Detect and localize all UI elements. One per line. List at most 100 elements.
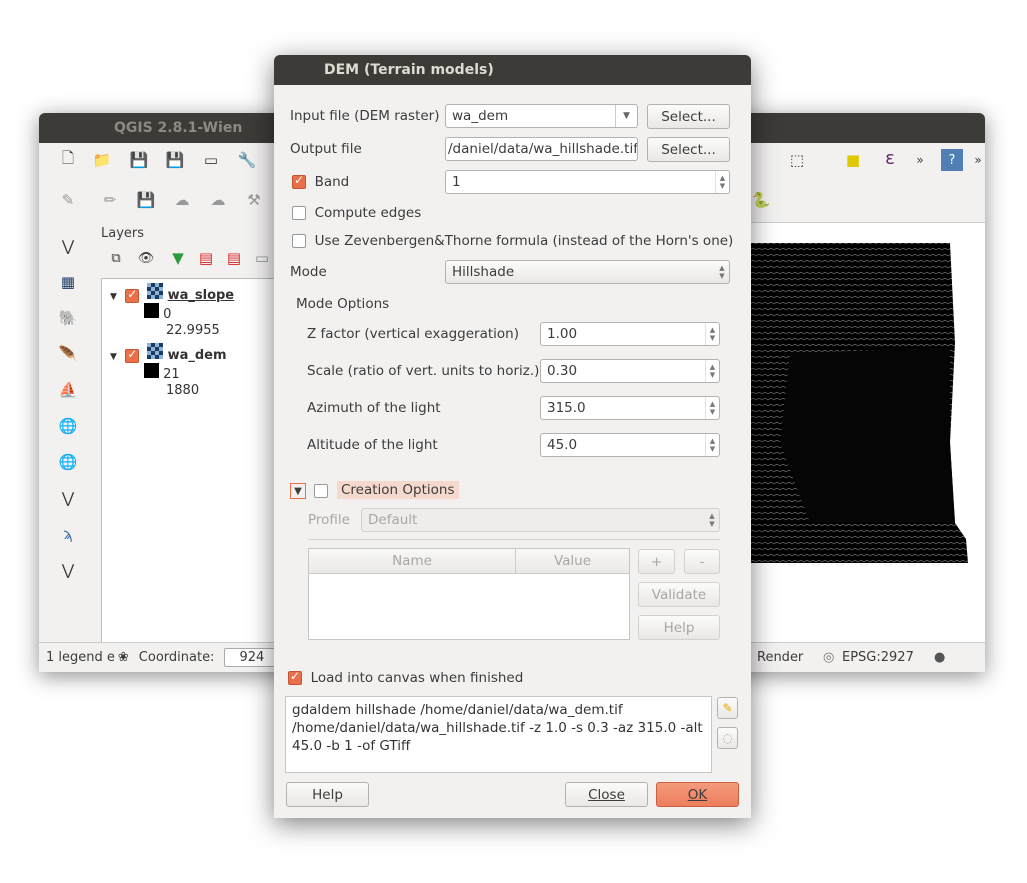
more-tools-icon[interactable]: » xyxy=(909,149,931,171)
dem-dialog: DEM (Terrain models) Input file (DEM ras… xyxy=(274,55,751,818)
hillshade-raster xyxy=(750,243,968,563)
compute-edges-label: Compute edges xyxy=(314,205,422,221)
raster-layer-icon xyxy=(147,283,164,299)
coordinate-label: Coordinate: xyxy=(138,650,215,665)
column-header-name[interactable]: Name xyxy=(309,549,516,573)
mode-label: Mode xyxy=(290,264,327,280)
add-postgis-layer-icon[interactable]: 🐘 xyxy=(57,307,79,329)
dialog-title: DEM (Terrain models) xyxy=(324,62,494,78)
collapse-toggle-icon[interactable]: ▼ xyxy=(290,483,306,499)
creation-options-table[interactable]: Name Value xyxy=(308,548,630,640)
crs-status[interactable]: EPSG:2927 xyxy=(842,650,914,665)
legend-min: 21 xyxy=(163,367,180,382)
z-factor-spinbox[interactable]: 1.00 ▲ ▼ xyxy=(540,322,720,346)
add-spatialite-layer-icon[interactable]: 🪶 xyxy=(57,343,79,365)
render-toggle-icon[interactable]: ❀ xyxy=(118,650,129,665)
altitude-label: Altitude of the light xyxy=(307,437,438,453)
save-as-icon[interactable]: 💾 xyxy=(164,149,186,171)
node-tool-icon[interactable]: ⚒ xyxy=(243,189,265,211)
collapse-all-icon[interactable]: ▤ xyxy=(223,247,245,269)
edit-command-icon[interactable]: ✎ xyxy=(717,697,738,719)
profile-combo[interactable]: Default ▲ ▼ xyxy=(361,508,720,532)
new-print-composer-icon[interactable]: ▭ xyxy=(200,149,222,171)
move-feature-icon[interactable]: ☁ xyxy=(207,189,229,211)
render-checkbox-label[interactable]: Render xyxy=(757,650,803,665)
load-canvas-checkbox[interactable] xyxy=(288,669,302,685)
composer-manager-icon[interactable]: 🔧 xyxy=(236,149,258,171)
filter-icon[interactable]: ▼ xyxy=(167,247,189,269)
crs-icon[interactable]: ◎ xyxy=(823,650,834,665)
azimuth-label: Azimuth of the light xyxy=(307,400,441,416)
select-output-button[interactable]: Select... xyxy=(647,137,730,162)
raster-layer-icon xyxy=(147,343,164,359)
scale-label: Scale (ratio of vert. units to horiz.) xyxy=(307,363,540,379)
reset-command-icon[interactable]: ◌ xyxy=(717,727,738,749)
layer-item-wa-dem[interactable]: ▼ wa_dem xyxy=(110,343,227,363)
expand-all-icon[interactable]: ▤ xyxy=(195,247,217,269)
input-file-combo[interactable]: wa_dem ▼ xyxy=(445,104,638,128)
select-input-button[interactable]: Select... xyxy=(647,104,730,129)
add-feature-icon[interactable]: ☁ xyxy=(171,189,193,211)
legend-max: 22.9955 xyxy=(166,323,220,338)
add-vector-layer-icon[interactable]: ⋁ xyxy=(57,235,79,257)
add-wms-layer-icon[interactable]: 🌐 xyxy=(57,415,79,437)
band-spinbox[interactable]: 1 ▲ ▼ xyxy=(445,170,730,194)
toggle-editing-icon[interactable]: ✏ xyxy=(99,189,121,211)
remove-option-button[interactable]: - xyxy=(684,549,720,574)
new-project-icon[interactable]: 🗋 xyxy=(57,149,79,171)
column-header-value[interactable]: Value xyxy=(516,549,629,573)
new-shapefile-icon[interactable]: ⋁ xyxy=(57,559,79,581)
help-icon[interactable]: ? xyxy=(941,149,963,171)
mode-combo[interactable]: Hillshade ▲ ▼ xyxy=(445,260,730,284)
add-option-button[interactable]: + xyxy=(638,549,675,574)
edits-icon[interactable]: ✎ xyxy=(57,189,79,211)
messages-icon[interactable]: ● xyxy=(934,650,945,665)
add-delimited-text-icon[interactable]: ϡ xyxy=(57,523,79,545)
validate-button[interactable]: Validate xyxy=(638,582,720,607)
command-textarea[interactable]: gdaldem hillshade /home/daniel/data/wa_d… xyxy=(285,696,712,773)
output-file-field[interactable]: /daniel/data/wa_hillshade.tif xyxy=(445,137,638,161)
legend-swatch-black xyxy=(144,363,159,378)
z-factor-label: Z factor (vertical exaggeration) xyxy=(307,326,519,342)
expression-select-icon[interactable]: ε xyxy=(879,147,901,169)
chevron-down-icon: ▼ xyxy=(615,105,637,127)
add-mssql-layer-icon[interactable]: ⛵ xyxy=(57,379,79,401)
layer-visibility-checkbox[interactable] xyxy=(125,287,140,303)
select-features-icon[interactable]: ⬚ xyxy=(786,149,808,171)
add-wfs-layer-icon[interactable]: ⋁ xyxy=(57,487,79,509)
save-edits-icon[interactable]: 💾 xyxy=(135,189,157,211)
help-button[interactable]: Help xyxy=(286,782,369,807)
creation-help-button[interactable]: Help xyxy=(638,615,720,640)
more-tools-icon[interactable]: » xyxy=(967,149,985,171)
altitude-spinbox[interactable]: 45.0 ▲ ▼ xyxy=(540,433,720,457)
add-group-icon[interactable]: ⧉ xyxy=(105,247,127,269)
map-canvas[interactable] xyxy=(750,222,985,642)
legend-max: 1880 xyxy=(166,383,200,398)
save-project-icon[interactable]: 💾 xyxy=(128,149,150,171)
creation-options-label[interactable]: Creation Options xyxy=(337,481,459,499)
layer-item-wa-slope[interactable]: ▼ wa_slope xyxy=(110,283,234,303)
visibility-icon[interactable]: 👁 xyxy=(135,247,157,269)
layer-name: wa_slope xyxy=(167,288,235,303)
zevenbergen-checkbox[interactable] xyxy=(292,234,306,248)
close-button[interactable]: Close xyxy=(565,782,648,807)
ok-button[interactable]: OK xyxy=(656,782,739,807)
layer-visibility-checkbox[interactable] xyxy=(125,347,140,363)
remove-layer-icon[interactable]: ▭ xyxy=(251,247,273,269)
python-icon[interactable]: 🐍 xyxy=(750,189,772,211)
band-checkbox[interactable] xyxy=(292,173,306,189)
legend-swatch-black xyxy=(144,303,159,318)
add-raster-layer-icon[interactable]: ▦ xyxy=(57,271,79,293)
add-wcs-layer-icon[interactable]: 🌐 xyxy=(57,451,79,473)
compute-edges-checkbox[interactable] xyxy=(292,206,306,220)
deselect-icon[interactable]: ■ xyxy=(842,149,864,171)
input-file-label: Input file (DEM raster) xyxy=(290,108,440,124)
coordinate-field[interactable]: 924 xyxy=(224,648,280,667)
layers-tree: ▼ wa_slope 0 22.9955 ▼ wa_dem 21 1880 xyxy=(101,278,291,643)
spin-arrows-icon[interactable]: ▲ ▼ xyxy=(715,171,729,193)
scale-spinbox[interactable]: 0.30 ▲ ▼ xyxy=(540,359,720,383)
creation-options-checkbox[interactable] xyxy=(314,483,328,498)
open-project-icon[interactable]: 📁 xyxy=(91,149,113,171)
azimuth-spinbox[interactable]: 315.0 ▲ ▼ xyxy=(540,396,720,420)
band-label: Band xyxy=(314,174,350,190)
